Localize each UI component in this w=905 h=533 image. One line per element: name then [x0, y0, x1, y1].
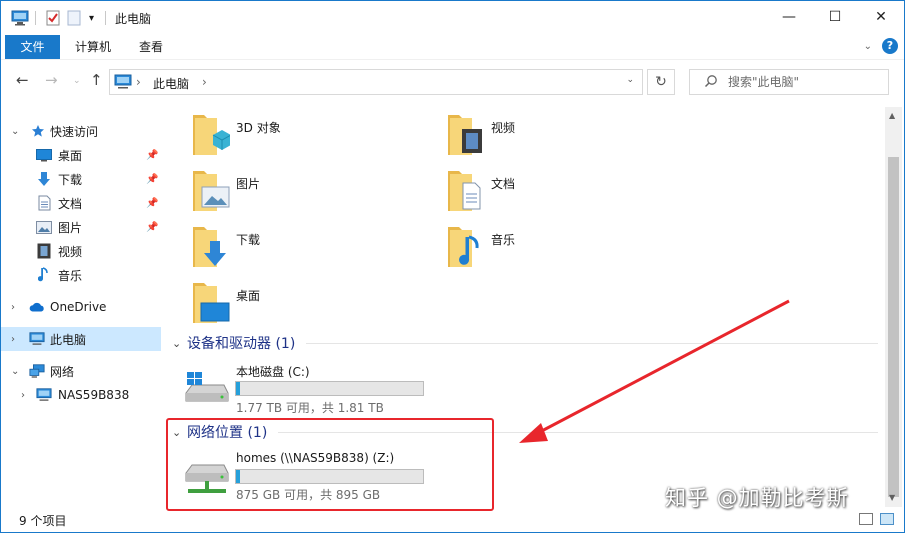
- watermark: 知乎 @加勒比考斯: [665, 486, 849, 510]
- explorer-window: ▾ 此电脑 — ☐ ✕ 文件 计算机 查看 ⌄ ? ← → ⌄ ↑ › 此电脑 …: [0, 0, 905, 533]
- annotation-arrow: [519, 299, 790, 443]
